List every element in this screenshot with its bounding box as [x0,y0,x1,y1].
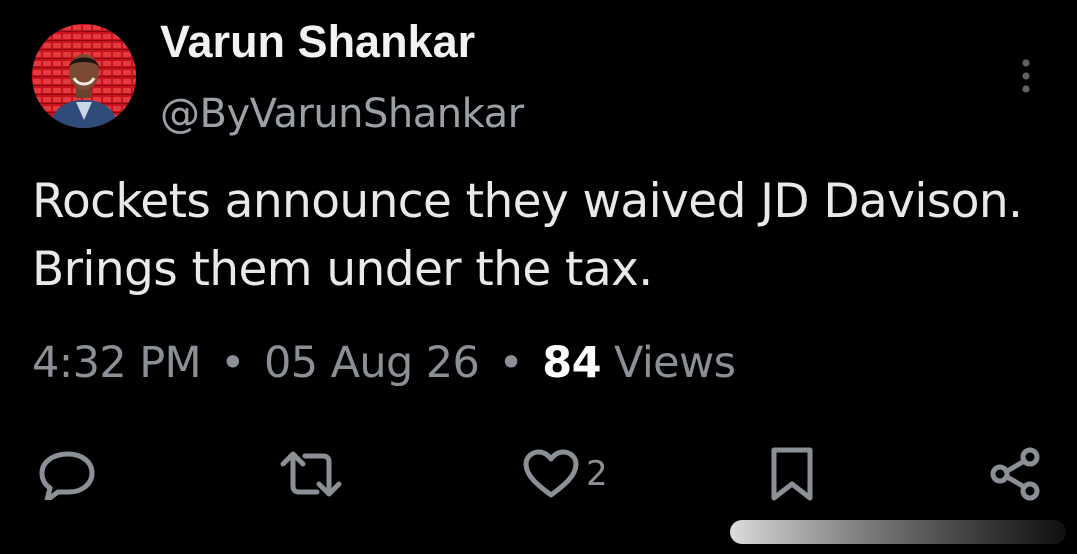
home-indicator-bar [730,520,1066,544]
share-button[interactable] [988,446,1044,502]
views-count[interactable]: 84 [542,338,601,388]
more-options-button[interactable] [1008,56,1044,96]
share-icon [990,447,1040,501]
meta-separator: • [220,338,245,388]
home-indicator [730,518,1066,546]
bookmark-icon [771,447,813,501]
retweet-icon [280,451,342,497]
more-vertical-icon [1022,59,1030,93]
views-label: Views [613,338,736,388]
meta-separator: • [498,338,524,388]
avatar-image [32,24,136,128]
reply-button[interactable] [38,446,98,502]
reply-icon [39,451,95,500]
tweet-text: Rockets announce they waived JD Davison.… [32,174,1023,297]
author-handle[interactable]: @ByVarunShankar [160,88,524,140]
tweet-time[interactable]: 4:32 PM [32,338,202,388]
bookmark-button[interactable] [768,446,816,502]
tweet-date[interactable]: 05 Aug 26 [264,338,480,388]
like-button[interactable]: 2 [522,446,608,502]
author-avatar[interactable] [32,24,136,128]
retweet-button[interactable] [279,446,343,502]
author-display-name[interactable]: Varun Shankar [160,14,475,70]
like-count: 2 [586,454,608,494]
heart-icon [523,449,579,498]
tweet-meta: 4:32 PM • 05 Aug 26 • 84 Views [32,333,736,393]
